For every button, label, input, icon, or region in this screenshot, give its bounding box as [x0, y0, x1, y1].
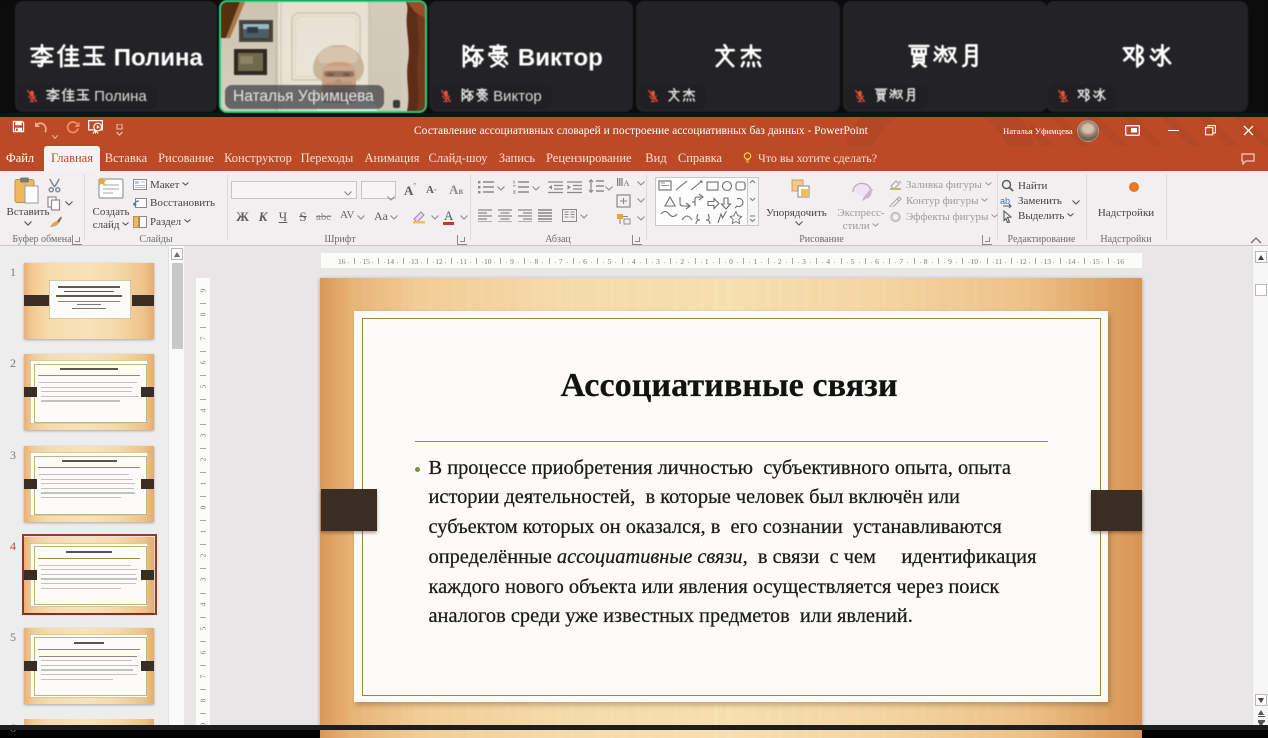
- svg-text:ab: ab: [1000, 196, 1010, 206]
